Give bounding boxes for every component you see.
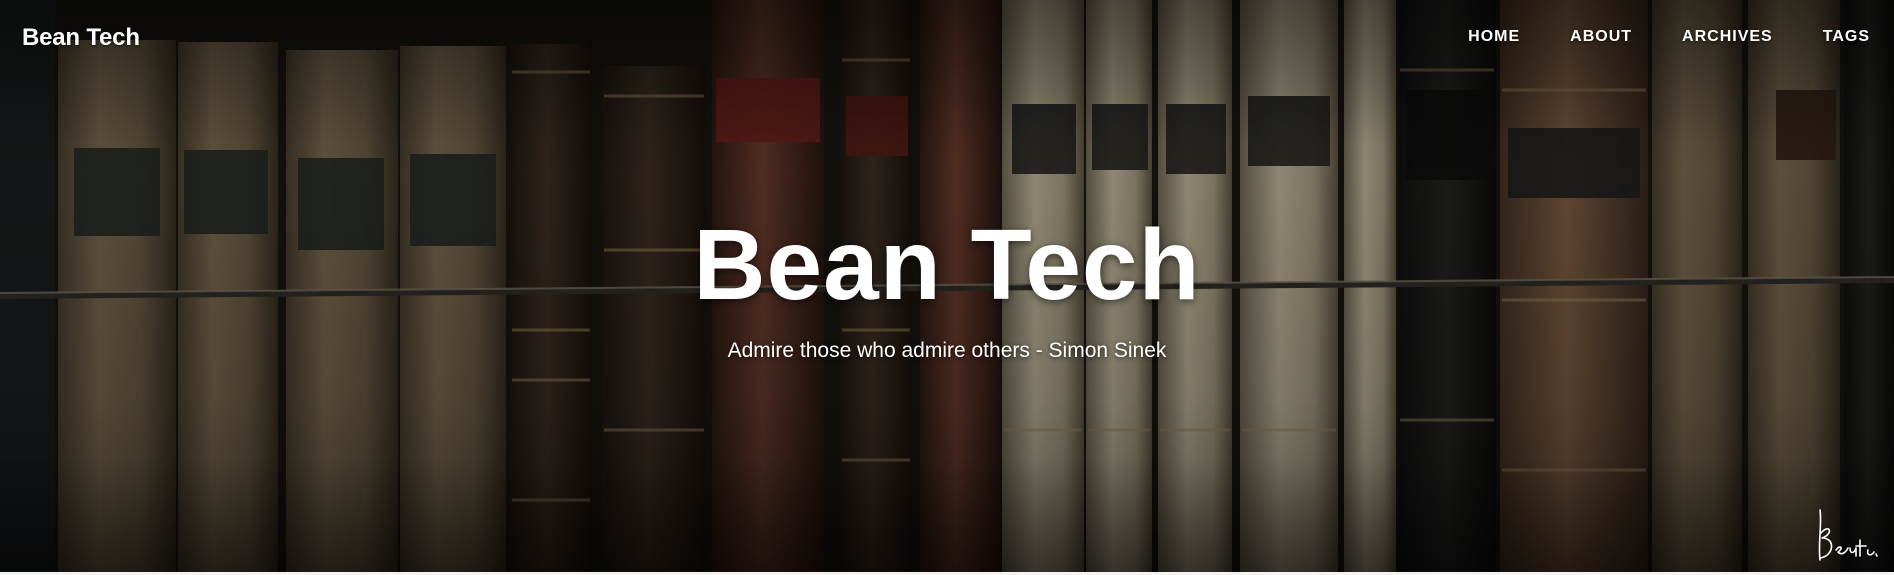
top-navbar: Bean Tech HOME ABOUT ARCHIVES TAGS <box>0 0 1894 76</box>
brand-logo-link[interactable]: Bean Tech <box>22 24 140 52</box>
nav-link-archives[interactable]: ARCHIVES <box>1632 28 1773 46</box>
nav-link-about[interactable]: ABOUT <box>1520 28 1632 46</box>
nav-menu: HOME ABOUT ARCHIVES TAGS <box>1418 28 1870 46</box>
nav-item-about: ABOUT <box>1520 28 1632 46</box>
nav-link-home[interactable]: HOME <box>1418 28 1520 46</box>
nav-item-archives: ARCHIVES <box>1632 28 1773 46</box>
hero-header: Bean Tech HOME ABOUT ARCHIVES TAGS Bean … <box>0 0 1894 572</box>
signature-logo <box>1818 509 1878 561</box>
site-title: Bean Tech <box>693 209 1201 321</box>
site-subtitle: Admire those who admire others - Simon S… <box>727 339 1167 362</box>
nav-item-tags: TAGS <box>1773 28 1870 46</box>
nav-link-tags[interactable]: TAGS <box>1773 28 1870 46</box>
site-heading: Bean Tech Admire those who admire others… <box>0 205 1894 363</box>
nav-item-home: HOME <box>1418 28 1520 46</box>
